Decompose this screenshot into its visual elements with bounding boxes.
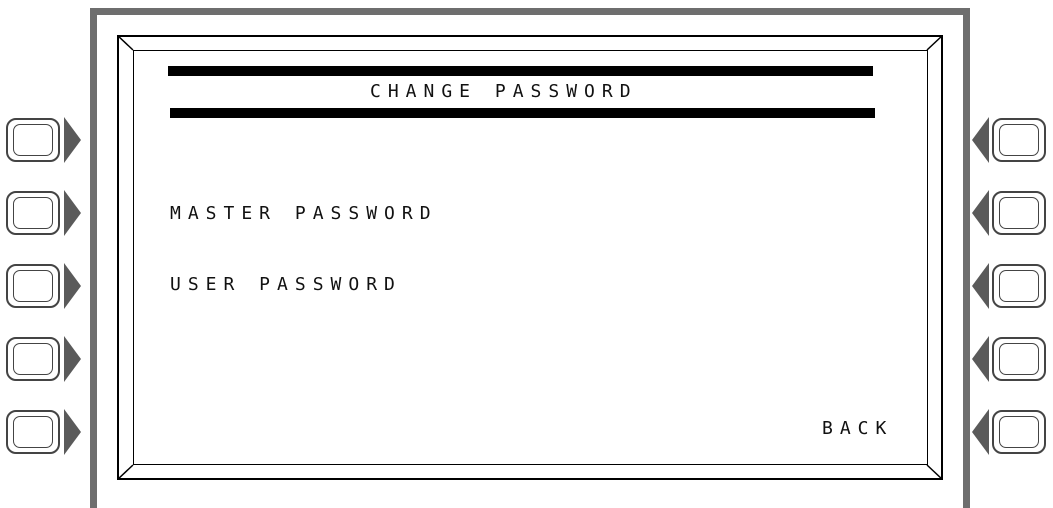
soft-key-button[interactable] [6,337,60,381]
right-soft-key-2[interactable] [970,185,1046,245]
arrow-left-icon [972,263,989,309]
soft-key-button[interactable] [6,410,60,454]
arrow-right-icon [64,263,81,309]
arrow-right-icon [64,117,81,163]
user-password-option[interactable]: USER PASSWORD [170,275,402,295]
right-soft-key-1[interactable] [970,112,1046,172]
left-soft-key-4[interactable] [0,331,81,391]
soft-key-button[interactable] [992,264,1046,308]
title-divider-top [168,66,873,76]
arrow-left-icon [972,336,989,382]
arrow-left-icon [972,409,989,455]
right-soft-key-5[interactable] [970,404,1046,464]
right-soft-key-3[interactable] [970,258,1046,318]
arrow-left-icon [972,117,989,163]
soft-key-button[interactable] [6,191,60,235]
arrow-right-icon [64,409,81,455]
soft-key-button[interactable] [992,191,1046,235]
arrow-right-icon [64,190,81,236]
left-soft-key-3[interactable] [0,258,81,318]
left-soft-key-2[interactable] [0,185,81,245]
master-password-option[interactable]: MASTER PASSWORD [170,204,438,224]
back-option[interactable]: BACK [822,419,893,439]
soft-key-button[interactable] [992,337,1046,381]
left-soft-key-5[interactable] [0,404,81,464]
arrow-left-icon [972,190,989,236]
right-soft-key-4[interactable] [970,331,1046,391]
screen-title: CHANGE PASSWORD [370,81,638,102]
soft-key-button[interactable] [6,118,60,162]
soft-key-button[interactable] [992,118,1046,162]
arrow-right-icon [64,336,81,382]
left-soft-key-1[interactable] [0,112,81,172]
soft-key-button[interactable] [992,410,1046,454]
title-divider-bottom [170,108,875,118]
soft-key-button[interactable] [6,264,60,308]
